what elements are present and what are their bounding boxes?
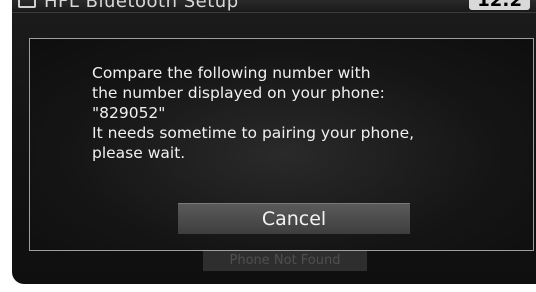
pairing-code: "829052" <box>92 104 166 122</box>
message-line: the number displayed on your phone: <box>92 84 385 102</box>
bluetooth-setup-icon <box>18 0 36 8</box>
pairing-message: Compare the following number with the nu… <box>92 63 492 163</box>
message-line: It needs sometime to pairing your phone, <box>92 124 415 142</box>
screen-title: HFL Bluetooth Setup <box>44 0 239 12</box>
pairing-dialog: Compare the following number with the nu… <box>29 38 534 251</box>
clock: 12:2 <box>469 0 530 11</box>
message-line: please wait. <box>92 144 186 162</box>
cancel-button[interactable]: Cancel <box>178 203 410 234</box>
phone-status-label: Phone Not Found <box>203 251 367 271</box>
top-status-bar: HFL Bluetooth Setup 12:2 <box>12 0 536 13</box>
head-unit-screen: HFL Bluetooth Setup 12:2 Compare the fol… <box>12 0 536 284</box>
message-line: Compare the following number with <box>92 64 371 82</box>
